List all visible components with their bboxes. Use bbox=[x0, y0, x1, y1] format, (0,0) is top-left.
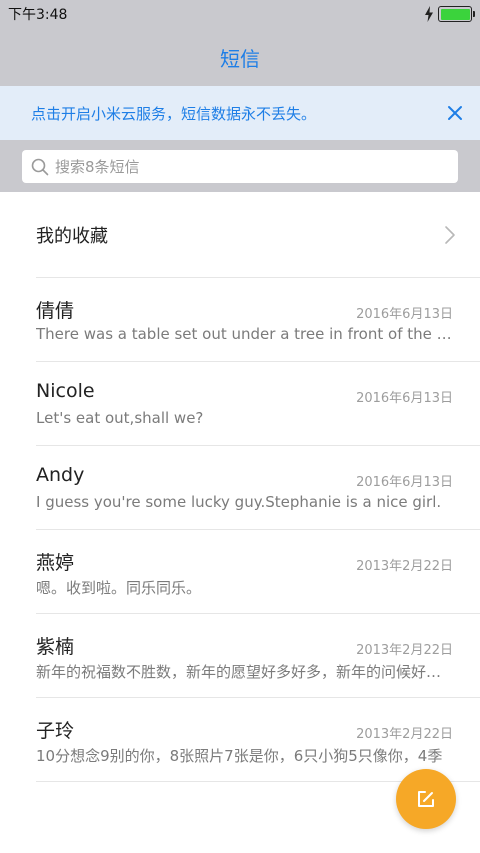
favorites-label: 我的收藏 bbox=[36, 226, 108, 247]
status-time: 下午3:48 bbox=[8, 7, 68, 23]
chevron-right-icon bbox=[445, 226, 455, 244]
conversation-row[interactable]: 燕婷 2013年2月22日 嗯。收到啦。同乐同乐。 bbox=[36, 530, 480, 614]
message-date: 2016年6月13日 bbox=[356, 307, 453, 322]
search-input[interactable]: 搜索8条短信 bbox=[22, 150, 458, 183]
favorites-row[interactable]: 我的收藏 bbox=[36, 193, 480, 278]
message-preview: 新年的祝福数不胜数，新年的愿望好多好多，新年的问候好多好多 bbox=[36, 663, 453, 681]
message-date: 2013年2月22日 bbox=[356, 727, 453, 742]
search-bar: 搜索8条短信 bbox=[0, 140, 480, 192]
charging-bolt-icon bbox=[425, 6, 433, 22]
message-preview: There was a table set out under a tree i… bbox=[36, 325, 453, 343]
message-preview: I guess you're some lucky guy.Stephanie … bbox=[36, 493, 442, 511]
compose-icon bbox=[418, 791, 434, 807]
message-date: 2013年2月22日 bbox=[356, 643, 453, 658]
contact-name: Andy bbox=[36, 464, 85, 486]
battery-fill bbox=[440, 8, 470, 20]
search-icon bbox=[31, 158, 49, 175]
message-preview: Let's eat out,shall we? bbox=[36, 409, 204, 427]
contact-name: 倩倩 bbox=[36, 300, 75, 322]
message-preview: 10分想念9别的你，8张照片7张是你，6只小狗5只像你，4季 bbox=[36, 747, 443, 765]
close-icon[interactable] bbox=[444, 102, 466, 124]
page-title: 短信 bbox=[220, 46, 260, 71]
conversation-row[interactable]: 子玲 2013年2月22日 10分想念9别的你，8张照片7张是你，6只小狗5只像… bbox=[36, 698, 480, 782]
battery-icon bbox=[438, 6, 475, 22]
conversation-list: 倩倩 2016年6月13日 There was a table set out … bbox=[36, 278, 480, 782]
conversation-row[interactable]: 紫楠 2013年2月22日 新年的祝福数不胜数，新年的愿望好多好多，新年的问候好… bbox=[36, 614, 480, 698]
contact-name: Nicole bbox=[36, 380, 95, 402]
status-icons bbox=[424, 6, 475, 22]
message-date: 2016年6月13日 bbox=[356, 391, 453, 406]
search-placeholder: 搜索8条短信 bbox=[55, 158, 140, 176]
compose-button[interactable] bbox=[396, 769, 456, 829]
conversation-row[interactable]: 倩倩 2016年6月13日 There was a table set out … bbox=[36, 278, 480, 362]
conversation-row[interactable]: Andy 2016年6月13日 I guess you're some luck… bbox=[36, 446, 480, 530]
conversation-row[interactable]: Nicole 2016年6月13日 Let's eat out,shall we… bbox=[36, 362, 480, 446]
banner-text[interactable]: 点击开启小米云服务，短信数据永不丢失。 bbox=[31, 103, 316, 124]
message-date: 2016年6月13日 bbox=[356, 475, 453, 490]
nav-bar: 短信 bbox=[0, 28, 480, 86]
contact-name: 子玲 bbox=[36, 720, 75, 742]
contact-name: 紫楠 bbox=[36, 636, 75, 658]
status-bar: 下午3:48 bbox=[0, 0, 480, 28]
cloud-service-banner[interactable]: 点击开启小米云服务，短信数据永不丢失。 bbox=[0, 86, 480, 140]
message-preview: 嗯。收到啦。同乐同乐。 bbox=[36, 579, 202, 597]
contact-name: 燕婷 bbox=[36, 552, 75, 574]
message-date: 2013年2月22日 bbox=[356, 559, 453, 574]
